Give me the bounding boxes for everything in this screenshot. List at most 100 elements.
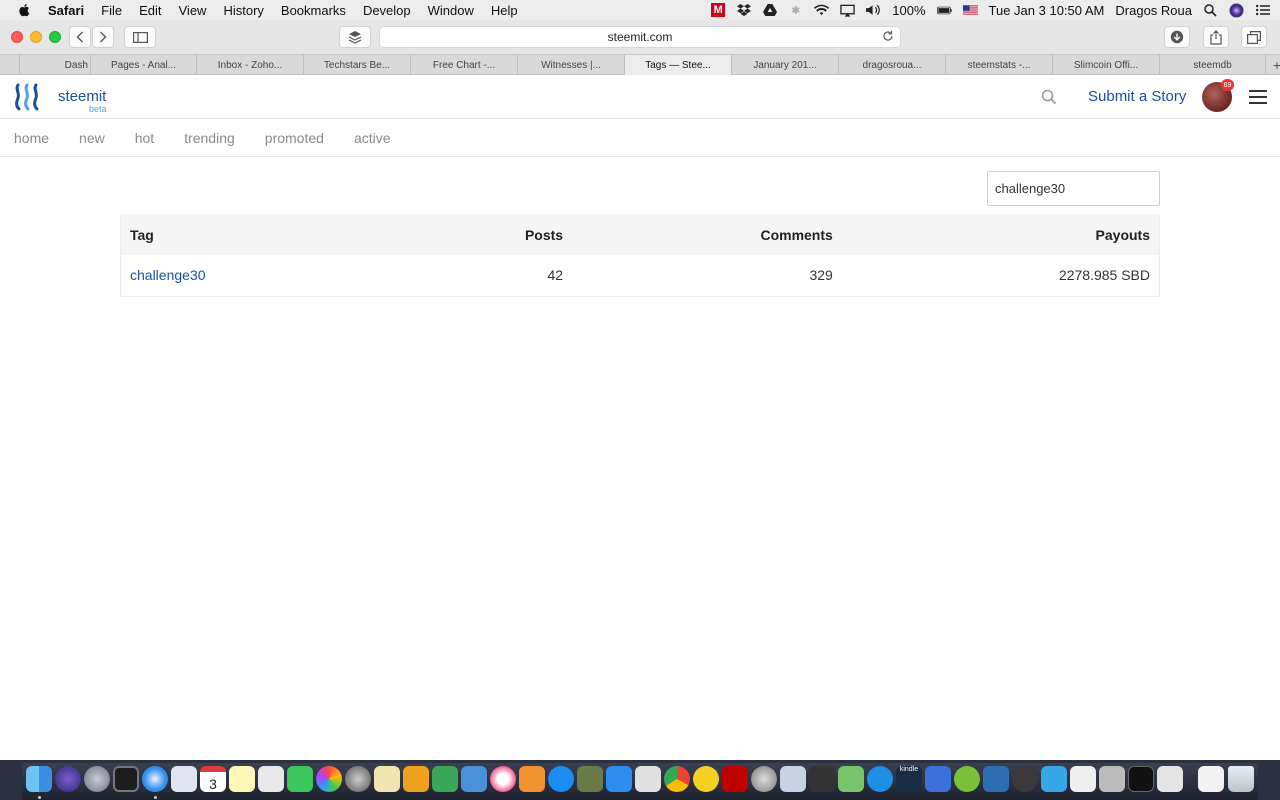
tab-inbox-zoho[interactable]: Inbox - Zoho... xyxy=(197,55,304,75)
reminders-icon[interactable] xyxy=(258,766,284,792)
bluetooth-icon[interactable]: ✱ xyxy=(788,3,803,17)
clock[interactable]: Tue Jan 3 10:50 AM xyxy=(989,3,1105,18)
archive-utility-icon[interactable] xyxy=(1099,766,1125,792)
game-app-icon[interactable] xyxy=(809,766,835,792)
airplay-icon[interactable] xyxy=(840,3,855,17)
dropbox-icon[interactable] xyxy=(736,3,751,17)
menu-develop[interactable]: Develop xyxy=(363,3,411,18)
header-tag[interactable]: Tag xyxy=(120,214,391,255)
tag-link[interactable]: challenge30 xyxy=(130,267,206,283)
us-flag-icon[interactable] xyxy=(962,3,978,17)
battery-icon[interactable] xyxy=(936,3,952,17)
extension-button[interactable] xyxy=(339,26,371,48)
menu-history[interactable]: History xyxy=(223,3,263,18)
trash-icon[interactable] xyxy=(1228,766,1254,792)
calendar-icon[interactable]: 3 xyxy=(200,766,226,792)
safari-dock-icon[interactable] xyxy=(142,766,168,792)
header-posts[interactable]: Posts xyxy=(390,214,573,255)
tab-steemdb[interactable]: steemdb xyxy=(1160,55,1266,75)
header-comments[interactable]: Comments xyxy=(572,214,842,255)
app-store-icon[interactable] xyxy=(548,766,574,792)
user-name[interactable]: Dragos Roua xyxy=(1115,3,1192,18)
simplenote-icon[interactable] xyxy=(867,766,893,792)
photos-icon[interactable] xyxy=(316,766,342,792)
menu-help[interactable]: Help xyxy=(491,3,518,18)
ethereum-wallet-icon[interactable] xyxy=(925,766,951,792)
tor-browser-icon[interactable] xyxy=(1070,766,1096,792)
forward-button[interactable] xyxy=(92,26,114,48)
notes-icon[interactable] xyxy=(229,766,255,792)
facetime-icon[interactable] xyxy=(287,766,313,792)
share-button[interactable] xyxy=(1203,26,1229,48)
google-drive-icon[interactable] xyxy=(762,3,777,17)
nav-new[interactable]: new xyxy=(79,130,105,146)
menu-bookmarks[interactable]: Bookmarks xyxy=(281,3,346,18)
mountain-app-icon[interactable] xyxy=(983,766,1009,792)
tab-overview-button[interactable] xyxy=(1241,26,1267,48)
jx-app-icon[interactable] xyxy=(1012,766,1038,792)
downloads-button[interactable] xyxy=(1164,26,1190,48)
tab-pinned[interactable] xyxy=(0,55,20,75)
nav-active[interactable]: active xyxy=(354,130,391,146)
brand-name[interactable]: steemit xyxy=(58,88,106,105)
back-button[interactable] xyxy=(69,26,91,48)
notification-center-icon[interactable] xyxy=(1255,3,1270,17)
menu-file[interactable]: File xyxy=(101,3,122,18)
keynote-blue-icon[interactable] xyxy=(461,766,487,792)
disk-utility-icon[interactable] xyxy=(751,766,777,792)
close-window-button[interactable] xyxy=(11,31,23,43)
hamburger-menu-icon[interactable] xyxy=(1249,90,1267,104)
numbers-icon[interactable] xyxy=(432,766,458,792)
volume-icon[interactable] xyxy=(866,3,881,17)
siri-dock-icon[interactable] xyxy=(55,766,81,792)
keynote-icon[interactable] xyxy=(403,766,429,792)
spotlight-search-icon[interactable] xyxy=(1203,3,1218,17)
vectorize-app-icon[interactable] xyxy=(1041,766,1067,792)
menu-view[interactable]: View xyxy=(179,3,207,18)
script-editor-icon[interactable] xyxy=(1157,766,1183,792)
nav-trending[interactable]: trending xyxy=(184,130,235,146)
nav-promoted[interactable]: promoted xyxy=(265,130,324,146)
filezilla-icon[interactable] xyxy=(722,766,748,792)
steemit-logo-icon[interactable] xyxy=(14,83,44,111)
reload-icon[interactable] xyxy=(882,30,894,42)
wifi-icon[interactable] xyxy=(814,3,830,17)
activity-monitor-icon[interactable] xyxy=(113,766,139,792)
photo-app-icon[interactable] xyxy=(577,766,603,792)
nav-hot[interactable]: hot xyxy=(135,130,154,146)
cyberduck-icon[interactable] xyxy=(693,766,719,792)
submit-story-link[interactable]: Submit a Story xyxy=(1088,88,1186,105)
menu-edit[interactable]: Edit xyxy=(139,3,161,18)
launchpad-icon[interactable] xyxy=(84,766,110,792)
mail-tray-icon[interactable]: M xyxy=(711,3,726,17)
tab-january[interactable]: January 201... xyxy=(732,55,839,75)
address-bar[interactable]: steemit.com xyxy=(379,26,901,48)
tab-techstars[interactable]: Techstars Be... xyxy=(304,55,411,75)
new-tab-button[interactable]: + xyxy=(1266,55,1280,75)
apple-menu-icon[interactable] xyxy=(18,3,32,17)
finder-icon[interactable] xyxy=(26,766,52,792)
minimize-window-button[interactable] xyxy=(30,31,42,43)
tab-slimcoin[interactable]: Slimcoin Offi... xyxy=(1053,55,1160,75)
tab-dash[interactable]: Dash xyxy=(20,55,91,75)
siri-icon[interactable] xyxy=(1229,3,1244,17)
ibooks-icon[interactable] xyxy=(519,766,545,792)
nav-home[interactable]: home xyxy=(14,130,49,146)
itunes-icon[interactable] xyxy=(490,766,516,792)
zoom-window-button[interactable] xyxy=(49,31,61,43)
tab-pages-analytics[interactable]: Pages - Anal... xyxy=(91,55,197,75)
sidebar-toggle-button[interactable] xyxy=(124,26,156,48)
tag-filter-input[interactable] xyxy=(987,171,1160,206)
search-icon[interactable] xyxy=(1041,89,1057,105)
mediator-icon[interactable] xyxy=(954,766,980,792)
battery-percentage[interactable]: 100% xyxy=(892,3,925,18)
chrome-icon[interactable] xyxy=(664,766,690,792)
xcode-icon[interactable] xyxy=(606,766,632,792)
pages-icon[interactable] xyxy=(374,766,400,792)
tab-steemstats[interactable]: steemstats -... xyxy=(946,55,1053,75)
terminal-icon[interactable] xyxy=(1128,766,1154,792)
header-payouts[interactable]: Payouts xyxy=(841,214,1160,255)
tab-dragosroua[interactable]: dragosroua... xyxy=(839,55,946,75)
notification-badge[interactable]: 69 xyxy=(1221,79,1234,91)
tab-tags-steemit[interactable]: Tags — Stee... xyxy=(625,55,732,75)
